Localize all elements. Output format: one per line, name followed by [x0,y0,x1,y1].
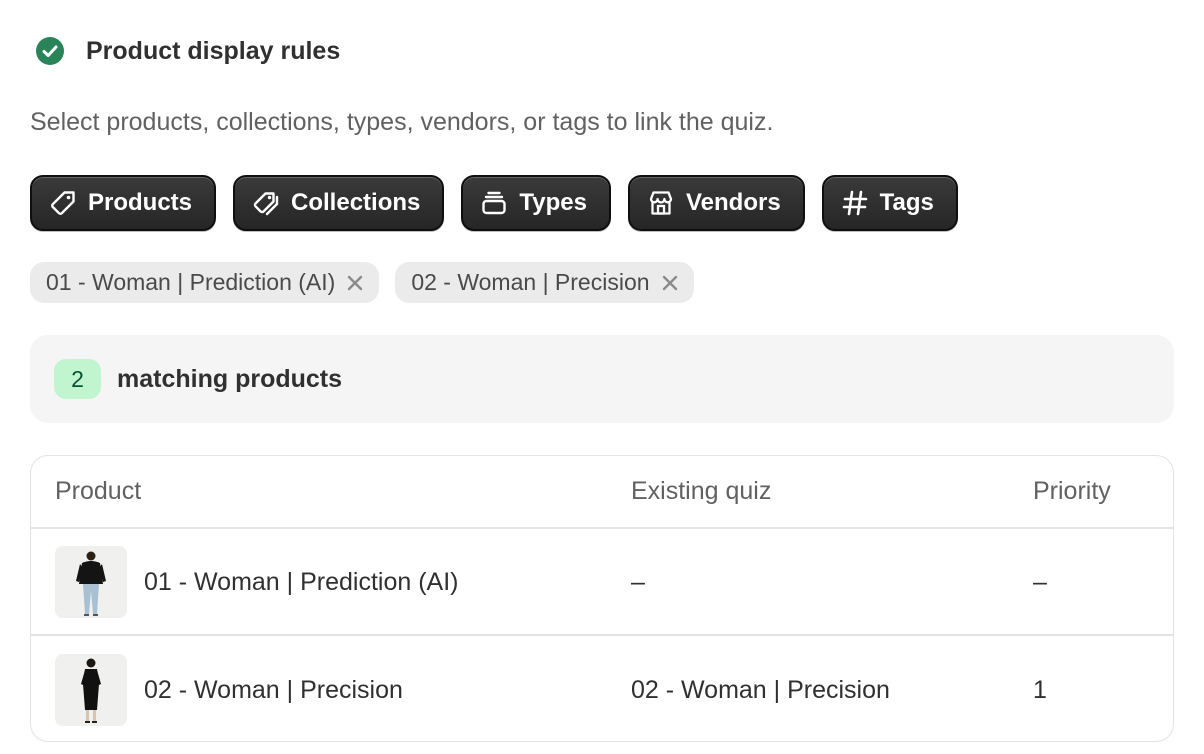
column-header-priority: Priority [1033,477,1111,505]
section-header: Product display rules [34,34,340,68]
selected-chips: 01 - Woman | Prediction (AI) 02 - Woman … [30,262,694,303]
product-name[interactable]: 01 - Woman | Prediction (AI) [144,568,458,597]
matching-products-label: matching products [117,364,343,393]
remove-chip-icon[interactable] [345,273,365,293]
product-display-rules-card: Product display rules Select products, c… [0,0,1204,754]
collections-button[interactable]: Collections [233,175,445,231]
chip-label: 02 - Woman | Precision [411,269,650,295]
products-button-label: Products [88,189,193,216]
product-thumbnail [55,654,127,726]
table-header-row: Product Existing quiz Priority [31,456,1173,529]
priority: 1 [1033,675,1047,704]
existing-quiz: 02 - Woman | Precision [631,675,890,704]
types-button-label: Types [519,189,587,216]
check-circle-icon [34,35,66,67]
collections-button-label: Collections [291,189,421,216]
tags-icon [251,188,281,218]
chip-label: 01 - Woman | Prediction (AI) [46,269,336,295]
filter-button-row: Products Collections Types Vendors Tags [30,175,958,231]
section-description: Select products, collections, types, ven… [30,108,774,136]
section-title: Product display rules [86,36,341,65]
matching-products-table: Product Existing quiz Priority 01 - Woma… [30,455,1174,742]
product-cell: 01 - Woman | Prediction (AI) [55,546,458,618]
tags-button-label: Tags [879,189,934,216]
remove-chip-icon[interactable] [660,273,680,293]
product-thumbnail [55,546,127,618]
priority: – [1033,567,1047,596]
hashtag-icon [840,188,870,218]
column-header-product: Product [55,477,142,505]
product-cell: 02 - Woman | Precision [55,654,403,726]
store-icon [646,188,676,218]
vendors-button-label: Vendors [685,189,781,216]
vendors-button[interactable]: Vendors [627,175,805,231]
types-button[interactable]: Types [461,175,611,231]
column-header-existing-quiz: Existing quiz [631,477,772,505]
table-row[interactable]: 02 - Woman | Precision 02 - Woman | Prec… [31,637,1173,741]
matching-products-summary: 2 matching products [30,335,1174,423]
existing-quiz: – [631,567,645,596]
product-name[interactable]: 02 - Woman | Precision [144,676,403,705]
table-row[interactable]: 01 - Woman | Prediction (AI) – – [31,530,1173,636]
matching-count-badge: 2 [54,359,101,399]
selected-chip: 02 - Woman | Precision [395,262,694,303]
selected-chip: 01 - Woman | Prediction (AI) [30,262,380,303]
tags-button[interactable]: Tags [821,175,958,231]
stack-icon [479,188,509,218]
products-button[interactable]: Products [30,175,217,231]
tag-icon [48,188,78,218]
